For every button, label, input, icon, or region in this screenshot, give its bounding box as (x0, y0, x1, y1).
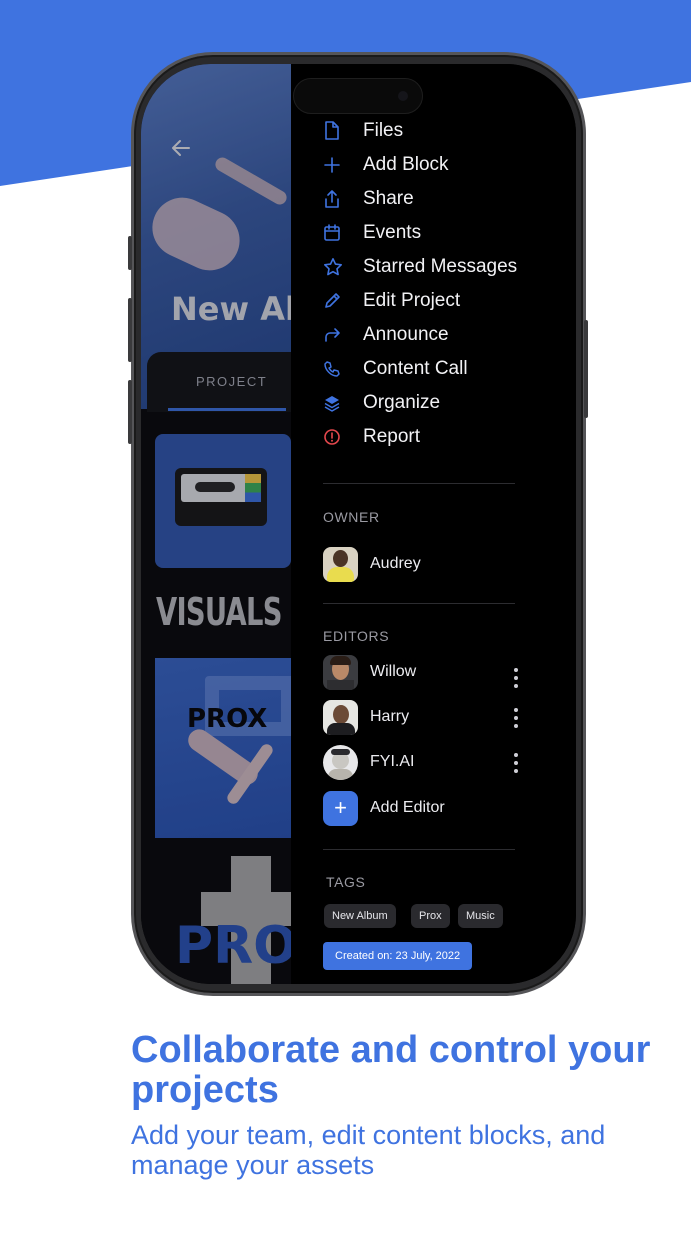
menu-item-report[interactable]: Report (323, 422, 420, 452)
pencil-icon (323, 290, 363, 312)
marketing-subline: Add your team, edit content blocks, and … (131, 1120, 606, 1180)
marketing-headline: Collaborate and control your projects (131, 1029, 651, 1111)
divider (323, 603, 515, 604)
volume-up-button (128, 298, 132, 362)
owner-name: Audrey (370, 555, 421, 572)
drawer-overlay-scrim[interactable] (141, 64, 291, 984)
menu-item-content-call[interactable]: Content Call (323, 354, 468, 384)
tag-chip[interactable]: Prox (411, 904, 450, 928)
divider (323, 483, 515, 484)
editor-name: FYI.AI (370, 753, 415, 770)
editor-row[interactable]: Harry (323, 699, 409, 735)
volume-down-button (128, 380, 132, 444)
plus-icon (323, 154, 363, 176)
menu-label: Files (363, 120, 404, 141)
add-editor-label: Add Editor (370, 799, 445, 816)
menu-item-announce[interactable]: Announce (323, 320, 449, 350)
editor-name: Willow (370, 663, 417, 680)
plus-icon: + (323, 790, 358, 826)
tag-chip[interactable]: New Album (324, 904, 396, 928)
add-editor-button[interactable]: + Add Editor (323, 790, 445, 826)
menu-label: Report (363, 426, 421, 447)
alert-circle-icon (323, 426, 363, 448)
created-date-badge: Created on: 23 July, 2022 (323, 942, 473, 970)
menu-item-events[interactable]: Events (323, 218, 421, 248)
file-icon (323, 120, 363, 142)
tag-chip[interactable]: Music (458, 904, 503, 928)
editor-row[interactable]: FYI.AI (323, 744, 414, 780)
phone-icon (323, 358, 363, 380)
more-options-icon[interactable] (513, 668, 519, 688)
avatar (323, 744, 358, 780)
menu-label: Edit Project (363, 290, 461, 311)
menu-item-add-block[interactable]: Add Block (323, 150, 449, 180)
silent-switch (128, 236, 132, 270)
avatar (323, 546, 358, 582)
menu-label: Announce (363, 324, 449, 345)
project-page: New All PROJECT VISUALS PROX PRO (141, 64, 291, 984)
menu-item-share[interactable]: Share (323, 184, 414, 214)
avatar (323, 654, 358, 690)
menu-item-starred-messages[interactable]: Starred Messages (323, 252, 517, 282)
tags-heading: TAGS (326, 874, 366, 890)
owner-heading: OWNER (323, 509, 380, 525)
editor-name: Harry (370, 708, 410, 725)
menu-label: Organize (363, 392, 441, 413)
forward-arrow-icon (323, 324, 363, 346)
avatar (323, 699, 358, 735)
menu-item-organize[interactable]: Organize (323, 388, 440, 418)
dynamic-island (293, 78, 423, 114)
menu-item-files[interactable]: Files (323, 116, 403, 146)
layers-icon (323, 392, 363, 414)
menu-item-edit-project[interactable]: Edit Project (323, 286, 460, 316)
more-options-icon[interactable] (513, 753, 519, 773)
power-button (584, 320, 588, 418)
owner-row[interactable]: Audrey (323, 546, 421, 582)
menu-label: Add Block (363, 154, 449, 175)
editors-heading: EDITORS (323, 628, 390, 644)
share-icon (323, 188, 363, 210)
editor-row[interactable]: Willow (323, 654, 416, 690)
menu-label: Share (363, 188, 414, 209)
calendar-icon (323, 222, 363, 244)
menu-label: Content Call (363, 358, 468, 379)
more-options-icon[interactable] (513, 708, 519, 728)
menu-label: Starred Messages (363, 256, 518, 277)
star-icon (323, 256, 363, 278)
divider (323, 849, 515, 850)
menu-label: Events (363, 222, 422, 243)
phone-screen: New All PROJECT VISUALS PROX PRO Files A… (141, 64, 576, 984)
